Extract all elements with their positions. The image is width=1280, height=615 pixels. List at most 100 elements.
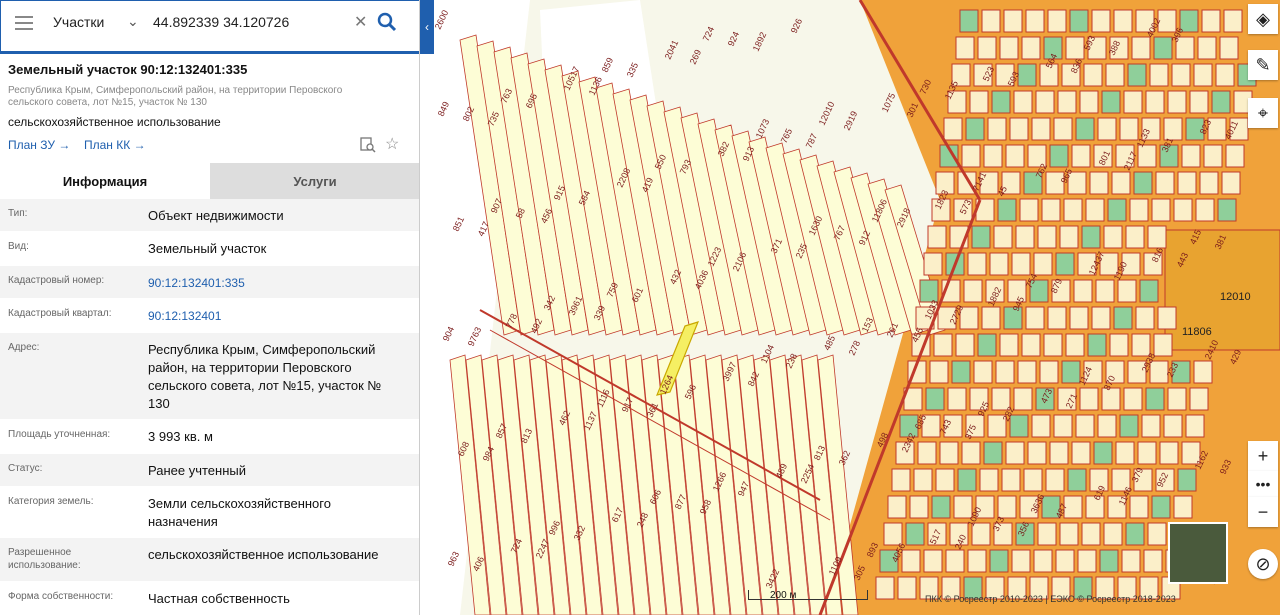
close-icon[interactable]: ✕ — [354, 12, 367, 32]
plot — [1189, 90, 1209, 114]
info-row: Разрешенное использование: сельскохозяйс… — [0, 538, 419, 582]
plot — [1073, 279, 1093, 303]
info-label: Тип: — [8, 208, 28, 219]
layers-icon[interactable]: ◈ — [1248, 4, 1278, 34]
plot — [1091, 9, 1111, 33]
plot — [961, 144, 981, 168]
plot — [925, 387, 945, 411]
plot — [1019, 198, 1039, 222]
info-value: Республика Крым, Симферопольский район, … — [148, 342, 382, 411]
plot — [1087, 333, 1107, 357]
plot — [923, 252, 943, 276]
plot — [1081, 225, 1101, 249]
info-label: Вид: — [8, 241, 29, 252]
info-row: Тип: Объект недвижимости — [0, 199, 419, 232]
plot — [989, 252, 1009, 276]
plot — [1055, 549, 1075, 573]
plot — [957, 468, 977, 492]
parcel-number: 11806 — [1182, 326, 1212, 338]
app: Участки ⌄ ✕ Земельный участок 90:12:1324… — [0, 0, 1280, 615]
plot — [1133, 171, 1153, 195]
scale-bar — [748, 590, 868, 600]
plot — [1075, 117, 1095, 141]
plot — [1071, 441, 1091, 465]
plot — [1079, 90, 1099, 114]
tab-info[interactable]: Информация — [0, 163, 210, 199]
info-value: Объект недвижимости — [148, 208, 284, 223]
locate-icon[interactable]: ⌖ — [1248, 98, 1278, 128]
plot — [1139, 279, 1159, 303]
plot — [1113, 306, 1133, 330]
map[interactable]: 2600 735 456 339 361 958 1892 787 912 455 375 356 83… — [420, 0, 1280, 615]
plot — [1193, 63, 1213, 87]
star-icon[interactable]: ☆ — [385, 134, 399, 154]
plot — [1011, 549, 1031, 573]
plot — [1067, 468, 1087, 492]
ruler-icon[interactable]: ✎ — [1248, 50, 1278, 80]
plot — [1063, 198, 1083, 222]
cadastral-map[interactable]: 2600735456339361958189278791245537535683… — [420, 0, 1280, 615]
plot — [1021, 333, 1041, 357]
info-label: Кадастровый номер: — [8, 275, 105, 286]
cadastral-number-link[interactable]: 90:12:132401:335 — [140, 266, 400, 298]
plot — [1065, 333, 1085, 357]
minimap[interactable] — [1168, 522, 1228, 584]
info-label: Категория земель: — [8, 496, 94, 507]
plot — [1129, 495, 1149, 519]
search-icon[interactable] — [377, 12, 397, 32]
plan-zu-link[interactable]: План ЗУ → — [8, 138, 70, 152]
plot — [1037, 522, 1057, 546]
info-row: Адрес: Республика Крым, Симферопольский … — [0, 333, 419, 420]
cadastral-quarter-link[interactable]: 90:12:132401 — [140, 299, 400, 332]
object-title: Земельный участок 90:12:132401:335 — [8, 62, 248, 77]
plot — [1159, 441, 1179, 465]
plot — [923, 549, 943, 573]
plot — [1069, 306, 1089, 330]
plot — [997, 198, 1017, 222]
info-row: Вид: Земельный участок — [0, 232, 419, 266]
compass-icon[interactable]: ⊘ — [1248, 549, 1278, 579]
zoom-in-button[interactable]: + — [1248, 441, 1278, 471]
plot — [1059, 522, 1079, 546]
plot — [939, 441, 959, 465]
plot — [967, 252, 987, 276]
plot — [1121, 549, 1141, 573]
plot — [1055, 252, 1075, 276]
plot — [1135, 306, 1155, 330]
plot — [1081, 522, 1101, 546]
info-row: Кадастровый номер: 90:12:132401:335 — [0, 266, 419, 299]
plot — [1145, 90, 1165, 114]
search-type-select[interactable]: Участки — [53, 14, 104, 30]
plot — [1069, 9, 1089, 33]
plot — [1053, 117, 1073, 141]
plot — [1103, 225, 1123, 249]
more-icon[interactable]: ••• — [1248, 471, 1278, 497]
plot — [1163, 414, 1183, 438]
plot — [1011, 252, 1031, 276]
chevron-down-icon[interactable]: ⌄ — [127, 13, 139, 30]
menu-icon[interactable] — [15, 16, 33, 30]
document-search-icon[interactable] — [360, 137, 376, 153]
plot — [1151, 198, 1171, 222]
plot — [973, 360, 993, 384]
plot — [1083, 63, 1103, 87]
plot — [1147, 522, 1167, 546]
scale-label: 200 м — [770, 590, 797, 601]
plot — [919, 279, 939, 303]
collapse-panel-button[interactable]: ‹ — [420, 0, 434, 54]
plot — [1107, 198, 1127, 222]
plot — [1157, 306, 1177, 330]
plot — [993, 225, 1013, 249]
plot — [1043, 333, 1063, 357]
plot — [905, 522, 925, 546]
plot — [1089, 171, 1109, 195]
plot — [927, 225, 947, 249]
search-input[interactable] — [153, 10, 343, 34]
info-row: Категория земель: Земли сельскохозяйстве… — [0, 487, 419, 538]
plan-kk-link[interactable]: План КК → — [84, 138, 146, 152]
plot — [1127, 63, 1147, 87]
tab-services[interactable]: Услуги — [210, 163, 419, 199]
plot — [1167, 387, 1187, 411]
zoom-out-button[interactable]: − — [1248, 497, 1278, 527]
info-label: Статус: — [8, 463, 43, 474]
